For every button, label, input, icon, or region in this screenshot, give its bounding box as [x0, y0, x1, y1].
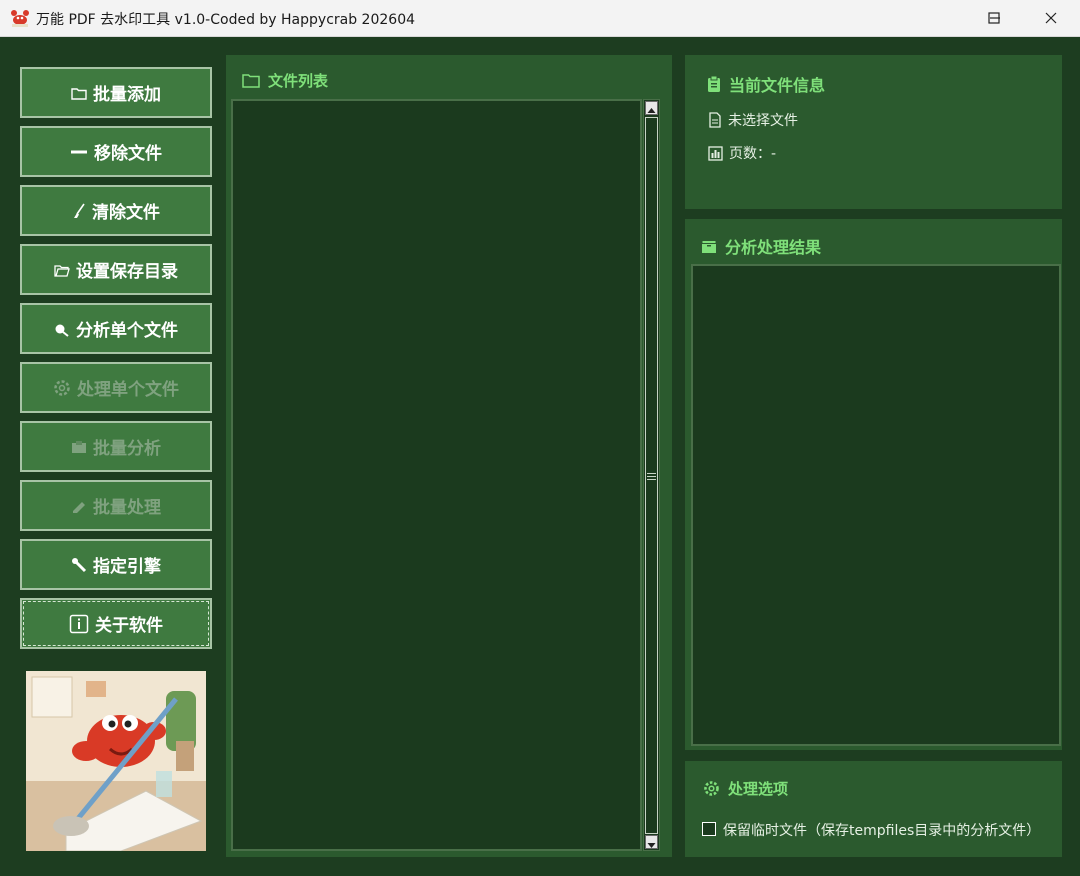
- options-title: 处理选项: [728, 780, 789, 798]
- box-icon: [71, 440, 87, 454]
- scroll-up-button[interactable]: [645, 101, 658, 115]
- close-button[interactable]: [1022, 0, 1080, 36]
- maximize-icon: [988, 12, 1000, 24]
- box-icon: [701, 239, 717, 254]
- minus-icon: [70, 147, 88, 157]
- title-bar: 万能 PDF 去水印工具 v1.0-Coded by Happycrab 202…: [0, 0, 1080, 37]
- file-list-header: 文件列表: [242, 70, 328, 91]
- batch-process-label: 批量处理: [93, 498, 161, 518]
- file-name-row: 未选择文件: [708, 110, 798, 130]
- process-single-button[interactable]: 处理单个文件: [20, 362, 212, 413]
- crab-app-icon: [11, 10, 29, 27]
- gear-icon: [53, 379, 71, 397]
- options-panel: [685, 761, 1062, 857]
- keep-temp-checkbox[interactable]: [702, 822, 716, 836]
- set-engine-button[interactable]: 指定引擎: [20, 539, 212, 590]
- current-file-title: 当前文件信息: [729, 76, 826, 95]
- options-header: 处理选项: [703, 778, 788, 799]
- scroll-down-button[interactable]: [645, 835, 658, 849]
- analyze-single-button[interactable]: 分析单个文件: [20, 303, 212, 354]
- folder-open-icon: [54, 263, 70, 277]
- remove-file-label: 移除文件: [94, 144, 162, 164]
- folder-icon: [242, 73, 260, 88]
- file-name-value: 未选择文件: [728, 113, 798, 129]
- broom-icon: [72, 203, 86, 219]
- crab-mascot-image: [26, 671, 206, 851]
- about-label: 关于软件: [95, 616, 163, 636]
- set-save-dir-label: 设置保存目录: [76, 262, 178, 282]
- batch-add-button[interactable]: 批量添加: [20, 67, 212, 118]
- wrench-icon: [71, 557, 87, 573]
- file-list-title: 文件列表: [268, 72, 329, 90]
- batch-analyze-label: 批量分析: [93, 439, 161, 459]
- pen-icon: [71, 499, 87, 513]
- clear-files-button[interactable]: 清除文件: [20, 185, 212, 236]
- arrow-down-icon: [647, 843, 656, 848]
- maximize-button[interactable]: [966, 0, 1022, 36]
- clipboard-icon: [707, 75, 721, 93]
- keep-temp-label: 保留临时文件（保存tempfiles目录中的分析文件）: [723, 823, 1041, 839]
- scroll-thumb[interactable]: [645, 117, 658, 834]
- results-header: 分析处理结果: [701, 234, 821, 258]
- set-engine-label: 指定引擎: [93, 557, 161, 577]
- info-icon: [69, 614, 89, 634]
- set-save-dir-button[interactable]: 设置保存目录: [20, 244, 212, 295]
- page-count-row: 页数：-: [708, 143, 776, 163]
- about-button[interactable]: 关于软件: [20, 598, 212, 649]
- magnifier-icon: [54, 321, 70, 337]
- current-file-header: 当前文件信息: [707, 72, 825, 96]
- document-icon: [708, 112, 722, 128]
- app-window: 万能 PDF 去水印工具 v1.0-Coded by Happycrab 202…: [0, 0, 1080, 876]
- window-title: 万能 PDF 去水印工具 v1.0-Coded by Happycrab 202…: [36, 12, 416, 28]
- batch-analyze-button[interactable]: 批量分析: [20, 421, 212, 472]
- bar-chart-icon: [708, 145, 723, 161]
- folder-icon: [71, 86, 87, 100]
- results-textbox[interactable]: [691, 264, 1061, 746]
- analyze-single-label: 分析单个文件: [76, 321, 178, 341]
- results-title: 分析处理结果: [725, 238, 822, 257]
- arrow-up-icon: [647, 108, 656, 113]
- page-count-value: 页数：-: [729, 146, 777, 162]
- batch-add-label: 批量添加: [93, 85, 161, 105]
- gear-icon: [703, 780, 720, 797]
- file-listbox[interactable]: [231, 99, 642, 851]
- keep-temp-row[interactable]: 保留临时文件（保存tempfiles目录中的分析文件）: [723, 820, 1040, 840]
- batch-process-button[interactable]: 批量处理: [20, 480, 212, 531]
- clear-files-label: 清除文件: [92, 203, 160, 223]
- process-single-label: 处理单个文件: [77, 380, 179, 400]
- close-icon: [1045, 12, 1057, 24]
- remove-file-button[interactable]: 移除文件: [20, 126, 212, 177]
